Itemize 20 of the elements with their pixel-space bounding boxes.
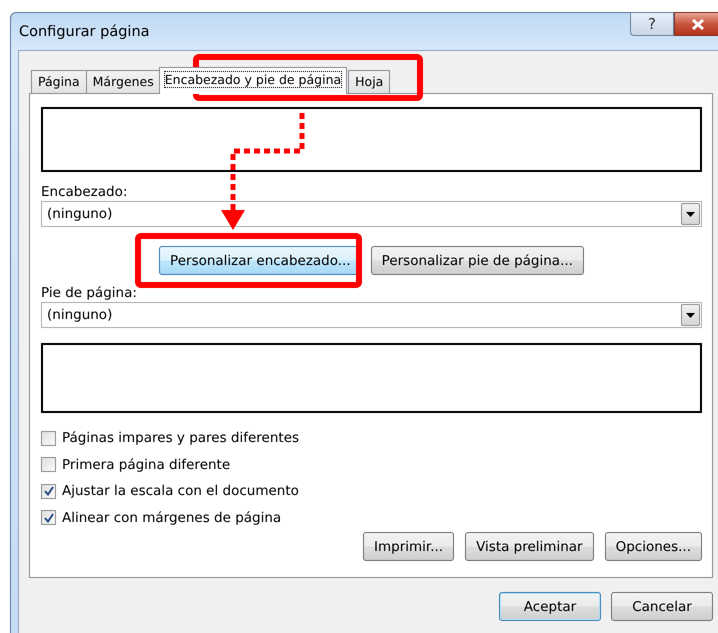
help-button[interactable]: ? [630,12,674,36]
tab[interactable]: Página [31,70,87,93]
dropdown-field[interactable]: (ninguno) [41,302,702,328]
panel-button[interactable]: Imprimir... [363,532,454,561]
panel-button[interactable]: Vista preliminar [465,532,594,561]
customize-button[interactable]: Personalizar pie de página... [370,246,584,275]
panel-button[interactable]: Opciones... [604,532,702,561]
tab[interactable]: Hoja [348,70,390,93]
header-label: Encabezado: [41,184,128,201]
checkbox-label: Ajustar la escala con el documento [62,483,299,500]
footer-label: Pie de página: [41,285,138,302]
tab[interactable]: Márgenes [86,70,161,93]
tab[interactable]: Encabezado y pie de página [158,67,348,94]
dropdown-field[interactable]: (ninguno) [41,201,702,227]
window-title: Configurar página [18,24,150,40]
checkbox-label: Alinear con márgenes de página [62,510,282,526]
dialog-button[interactable]: Cancelar [611,592,713,621]
dialog-button[interactable]: Aceptar [499,592,601,621]
checkbox-label: Primera página diferente [62,456,230,473]
checkbox-label: Páginas impares y pares diferentes [62,430,300,446]
